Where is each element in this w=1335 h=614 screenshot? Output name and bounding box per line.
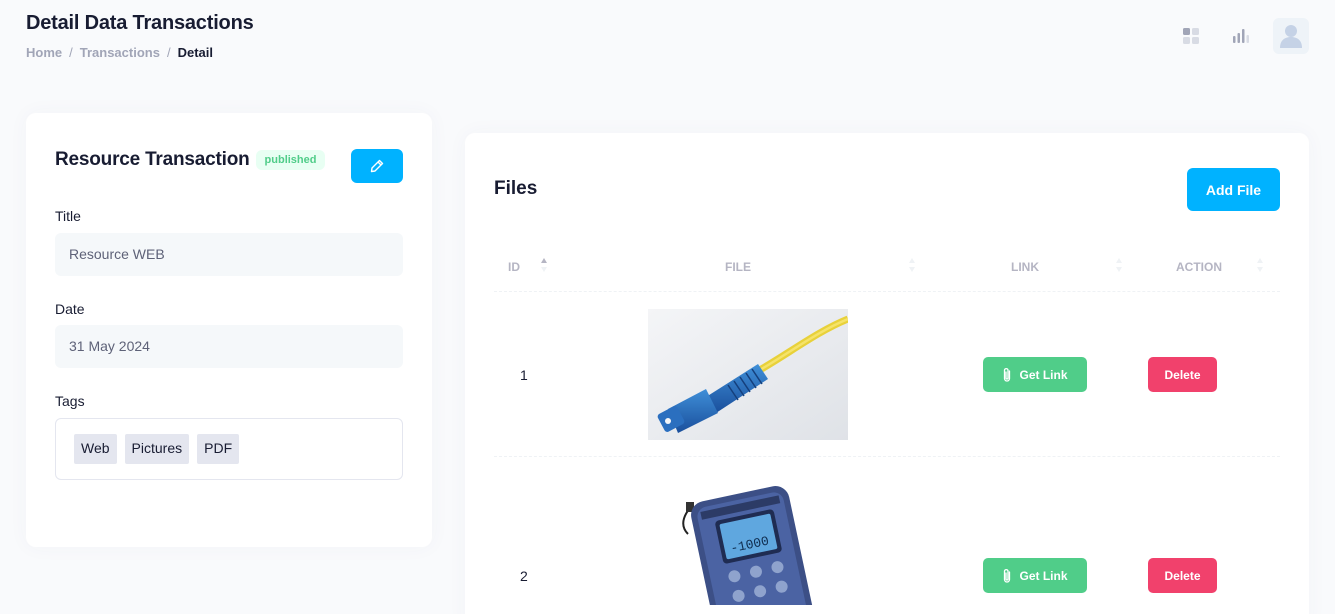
fiber-optic-connector-image — [648, 309, 848, 440]
title-field[interactable]: Resource WEB — [55, 233, 403, 276]
tag-pdf[interactable]: PDF — [197, 434, 240, 464]
tags-label: Tags — [55, 393, 85, 409]
delete-button[interactable]: Delete — [1148, 357, 1217, 392]
row-divider — [494, 291, 1280, 292]
user-avatar-icon[interactable] — [1273, 18, 1309, 54]
column-header-link[interactable]: LINK — [1011, 260, 1039, 274]
add-file-button[interactable]: Add File — [1187, 168, 1280, 211]
optical-power-meter-image: -1000 — [648, 474, 848, 605]
tag-web[interactable]: Web — [74, 434, 117, 464]
date-field[interactable]: 31 May 2024 — [55, 325, 403, 368]
breadcrumb-home[interactable]: Home — [26, 45, 62, 60]
breadcrumb-current: Detail — [177, 45, 213, 60]
breadcrumb-separator: / — [69, 45, 73, 60]
files-card: Files Add File ID FILE LINK ACTION 1 Get… — [465, 133, 1309, 614]
resource-card-header: Resource Transaction published — [55, 149, 326, 171]
breadcrumb-transactions[interactable]: Transactions — [80, 45, 160, 60]
resource-title: Resource Transaction — [55, 149, 250, 170]
delete-button[interactable]: Delete — [1148, 558, 1217, 593]
get-link-label: Get Link — [1019, 367, 1068, 382]
column-header-id[interactable]: ID — [508, 260, 520, 274]
tags-input[interactable]: Web Pictures PDF — [55, 418, 403, 480]
get-link-label: Get Link — [1019, 568, 1068, 583]
edit-button[interactable] — [351, 149, 403, 183]
column-header-file[interactable]: FILE — [725, 260, 751, 274]
sort-icon[interactable] — [908, 257, 916, 273]
grid-icon[interactable] — [1173, 18, 1209, 54]
breadcrumb: Home / Transactions / Detail — [26, 45, 213, 60]
date-label: Date — [55, 301, 85, 317]
paperclip-icon — [1004, 568, 1011, 583]
breadcrumb-separator: / — [166, 45, 171, 60]
sort-icon[interactable] — [1256, 257, 1264, 273]
page-title: Detail Data Transactions — [26, 12, 254, 34]
column-header-action[interactable]: ACTION — [1176, 260, 1222, 274]
get-link-button[interactable]: Get Link — [983, 357, 1087, 392]
paperclip-icon — [1004, 367, 1011, 382]
row-id: 1 — [520, 367, 528, 383]
get-link-button[interactable]: Get Link — [983, 558, 1087, 593]
sort-icon[interactable] — [1115, 257, 1123, 273]
resource-card: Resource Transaction published Title Res… — [26, 113, 432, 547]
status-badge: published — [255, 150, 326, 170]
tag-pictures[interactable]: Pictures — [124, 434, 190, 464]
row-divider — [494, 456, 1280, 457]
pencil-icon — [370, 159, 384, 173]
title-label: Title — [55, 208, 81, 224]
sort-icon[interactable] — [540, 257, 548, 273]
files-title: Files — [494, 178, 538, 199]
header-toolbar — [1173, 18, 1309, 54]
chart-icon[interactable] — [1223, 18, 1259, 54]
row-id: 2 — [520, 568, 528, 584]
